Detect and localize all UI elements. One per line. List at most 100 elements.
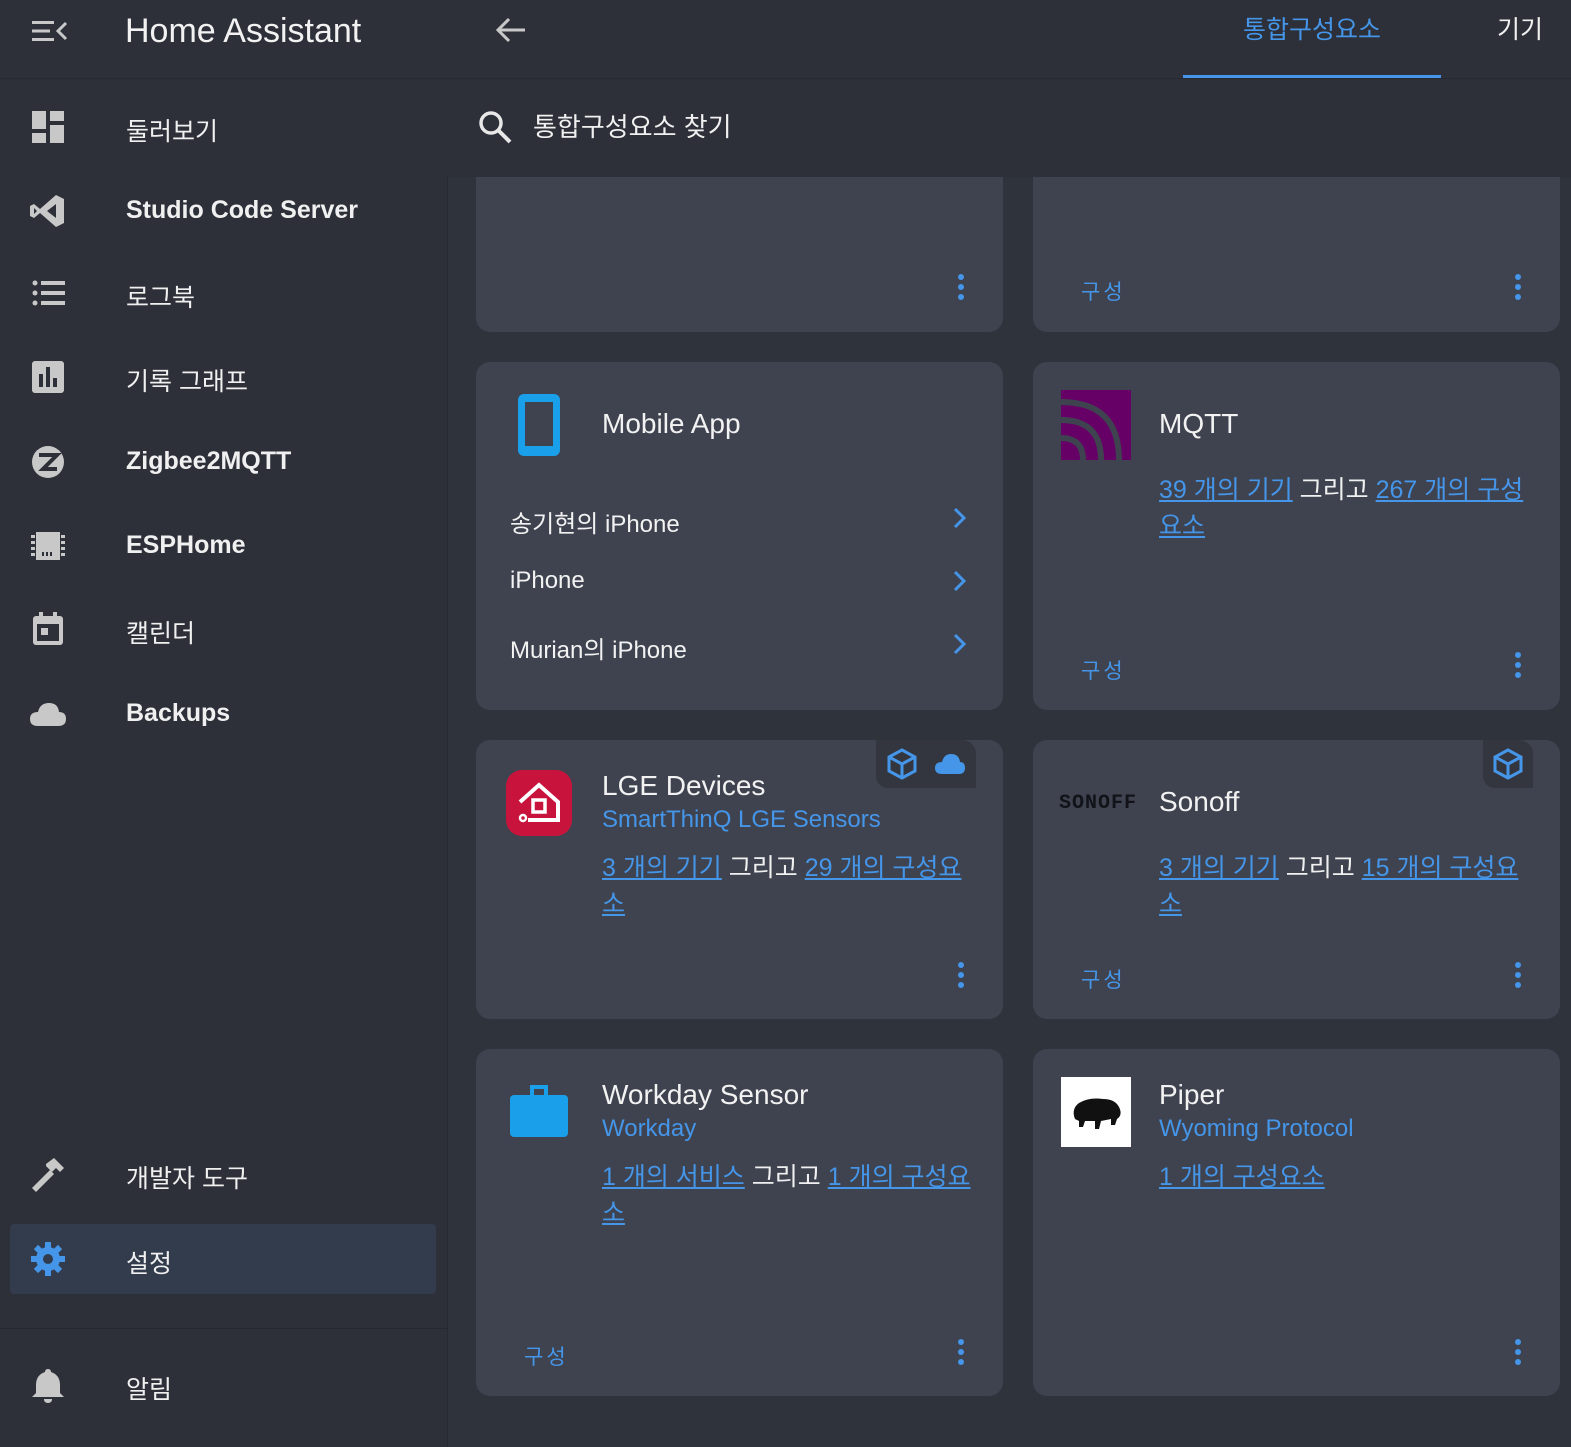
- lg-thinq-logo-icon: [506, 770, 572, 836]
- sonoff-logo: SONOFF: [1059, 792, 1138, 815]
- sidebar-item-logbook[interactable]: 로그북: [10, 258, 436, 328]
- integration-card-sonoff: SONOFF Sonoff 3 개의 기기 그리고 15 개의 구성요소 구성: [1033, 740, 1560, 1019]
- device-row[interactable]: iPhone: [510, 561, 970, 601]
- tab-integrations[interactable]: 통합구성요소: [1183, 10, 1441, 78]
- zigbee-icon: [32, 446, 64, 478]
- device-row[interactable]: 송기현의 iPhone: [510, 498, 970, 538]
- device-name: iPhone: [510, 567, 585, 594]
- card-badges: [876, 740, 976, 788]
- sidebar-item-label: 기록 그래프: [126, 368, 248, 396]
- sidebar-item-history[interactable]: 기록 그래프: [10, 342, 436, 412]
- more-vert-icon[interactable]: [951, 1339, 971, 1373]
- dashboard-icon: [32, 111, 64, 143]
- cloud-icon: [30, 703, 66, 726]
- search-bar: [447, 79, 1571, 177]
- card-entity-links: 39 개의 기기 그리고 267 개의 구성요소: [1159, 472, 1529, 544]
- sidebar-item-label: Backups: [126, 699, 231, 727]
- configure-link[interactable]: 구성: [1081, 655, 1126, 685]
- card-title: Workday Sensor: [602, 1079, 809, 1110]
- integration-card-workday: Workday Sensor Workday 1 개의 서비스 그리고 1 개의…: [476, 1049, 1003, 1396]
- sidebar-item-calendar[interactable]: 캘린더: [10, 594, 436, 664]
- arrow-left-icon[interactable]: [493, 12, 529, 48]
- logbook-icon: [32, 280, 65, 306]
- more-vert-icon[interactable]: [1508, 1339, 1528, 1373]
- device-name: 송기현의 iPhone: [510, 511, 680, 538]
- configure-link[interactable]: 구성: [524, 1341, 569, 1371]
- tab-devices[interactable]: 기기: [1497, 10, 1543, 46]
- chip-icon: [31, 532, 65, 560]
- search-icon: [479, 111, 512, 144]
- integration-card-mqtt: MQTT 39 개의 기기 그리고 267 개의 구성요소 구성: [1033, 362, 1560, 710]
- calendar-icon: [33, 612, 63, 645]
- cellphone-icon: [518, 394, 560, 456]
- chevron-right-icon: [953, 507, 967, 529]
- sidebar-item-notifications[interactable]: 알림: [10, 1350, 436, 1420]
- card-subtitle: Workday: [602, 1115, 697, 1142]
- sidebar-item-developer-tools[interactable]: 개발자 도구: [10, 1139, 436, 1209]
- cloud-icon: [935, 754, 965, 774]
- sidebar-header: Home Assistant: [0, 0, 447, 79]
- card-title: Piper: [1159, 1079, 1225, 1110]
- entities-link[interactable]: 1 개의 구성요소: [1159, 1163, 1325, 1191]
- integration-card-lge-devices: LGE Devices SmartThinQ LGE Sensors 3 개의 …: [476, 740, 1003, 1019]
- sidebar-item-label: 알림: [126, 1376, 173, 1404]
- sidebar-item-label: 둘러보기: [126, 118, 219, 146]
- more-vert-icon[interactable]: [951, 274, 971, 308]
- card-title: Mobile App: [602, 408, 741, 439]
- sidebar-item-label: Studio Code Server: [126, 196, 358, 224]
- sidebar-divider: [0, 1328, 447, 1329]
- package-icon: [1493, 748, 1523, 780]
- sidebar-item-label: 캘린더: [126, 620, 196, 648]
- history-chart-icon: [32, 361, 64, 393]
- more-vert-icon[interactable]: [1508, 274, 1528, 308]
- gear-icon: [31, 1242, 65, 1276]
- search-input[interactable]: [531, 103, 1135, 151]
- card-entity-links: 3 개의 기기 그리고 15 개의 구성요소: [1159, 850, 1539, 922]
- conjunction-text: 그리고: [728, 854, 798, 882]
- conjunction-text: 그리고: [1285, 854, 1355, 882]
- devices-link[interactable]: 3 개의 기기: [602, 854, 722, 882]
- sidebar-item-overview[interactable]: 둘러보기: [10, 92, 436, 162]
- devices-link[interactable]: 39 개의 기기: [1159, 476, 1293, 504]
- card-badges: [1483, 740, 1533, 788]
- card-title: LGE Devices: [602, 770, 766, 801]
- card-title: Sonoff: [1159, 786, 1240, 817]
- app-title: Home Assistant: [125, 12, 362, 50]
- devices-link[interactable]: 3 개의 기기: [1159, 854, 1279, 882]
- bell-icon: [32, 1369, 64, 1403]
- sidebar-item-backups[interactable]: Backups: [10, 679, 436, 749]
- sidebar-item-label: 설정: [126, 1250, 173, 1278]
- device-row[interactable]: Murian의 iPhone: [510, 624, 970, 664]
- card-entity-links: 3 개의 기기 그리고 29 개의 구성요소: [602, 850, 982, 922]
- more-vert-icon[interactable]: [1508, 962, 1528, 996]
- hammer-icon: [32, 1158, 64, 1192]
- more-vert-icon[interactable]: [1508, 652, 1528, 686]
- sidebar-item-zigbee2mqtt[interactable]: Zigbee2MQTT: [10, 427, 436, 497]
- conjunction-text: 그리고: [751, 1163, 821, 1191]
- device-name: Murian의 iPhone: [510, 637, 687, 664]
- card-subtitle: Wyoming Protocol: [1159, 1115, 1354, 1142]
- card-entity-links: 1 개의 서비스 그리고 1 개의 구성요소: [602, 1159, 972, 1231]
- sidebar-item-label: 로그북: [126, 284, 196, 312]
- configure-link[interactable]: 구성: [1081, 964, 1126, 994]
- sidebar-item-studio-code-server[interactable]: Studio Code Server: [10, 176, 436, 246]
- sidebar: Home Assistant 둘러보기 Studio Code Server 로…: [0, 0, 448, 1447]
- menu-collapse-icon[interactable]: [28, 16, 72, 46]
- integration-card-partial-left: [476, 177, 1003, 332]
- chevron-right-icon: [953, 633, 967, 655]
- top-bar: 통합구성요소 기기: [447, 0, 1571, 79]
- briefcase-icon: [510, 1085, 568, 1137]
- sidebar-item-label: ESPHome: [126, 531, 246, 559]
- card-subtitle: SmartThinQ LGE Sensors: [602, 806, 881, 833]
- sidebar-item-label: Zigbee2MQTT: [126, 447, 292, 475]
- integration-card-partial-right: 구성: [1033, 177, 1560, 332]
- configure-link[interactable]: 구성: [1081, 276, 1126, 306]
- card-entity-links: 1 개의 구성요소: [1159, 1159, 1529, 1195]
- bison-logo-icon: [1061, 1077, 1131, 1147]
- sidebar-item-esphome[interactable]: ESPHome: [10, 511, 436, 581]
- chevron-right-icon: [953, 570, 967, 592]
- more-vert-icon[interactable]: [951, 962, 971, 996]
- sidebar-item-settings[interactable]: 설정: [10, 1224, 436, 1294]
- services-link[interactable]: 1 개의 서비스: [602, 1163, 745, 1191]
- package-icon: [887, 748, 917, 780]
